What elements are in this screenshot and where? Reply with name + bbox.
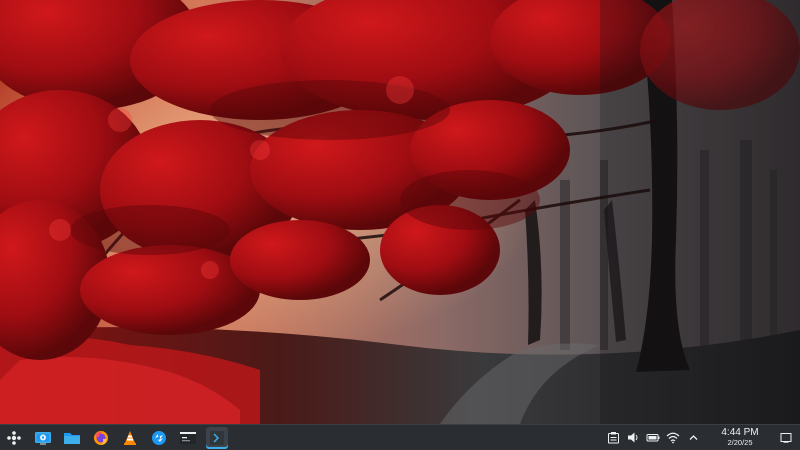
battery-icon xyxy=(646,434,660,442)
clock-date: 2/20/25 xyxy=(727,438,753,448)
digital-clock[interactable]: 4:44 PM 2/20/25 xyxy=(710,428,770,447)
system-settings-icon xyxy=(35,431,51,445)
wifi-icon xyxy=(666,432,680,444)
folder-icon xyxy=(64,432,80,444)
terminal-window-icon xyxy=(210,430,224,445)
battery-tray-button[interactable] xyxy=(646,431,660,445)
desktop-wallpaper xyxy=(0,0,800,450)
system-tray: 4:44 PM 2/20/25 xyxy=(606,425,800,450)
discover-icon xyxy=(152,430,166,445)
system-settings-launcher[interactable] xyxy=(32,427,54,449)
vlc-cone-icon xyxy=(124,430,136,445)
volume-icon xyxy=(627,432,637,443)
taskbar: 4:44 PM 2/20/25 xyxy=(0,424,800,450)
clipboard-tray-button[interactable] xyxy=(606,431,620,445)
discover-launcher[interactable] xyxy=(148,427,170,449)
clipboard-icon xyxy=(607,432,619,444)
file-manager-launcher[interactable] xyxy=(61,427,83,449)
application-launcher-button[interactable] xyxy=(3,427,25,449)
terminal-icon xyxy=(180,431,196,444)
clock-time: 4:44 PM xyxy=(721,427,759,439)
vlc-launcher[interactable] xyxy=(119,427,141,449)
show-desktop-button[interactable] xyxy=(776,427,796,449)
show-desktop-icon xyxy=(780,432,792,443)
firefox-icon xyxy=(94,430,108,445)
tray-expand-button[interactable] xyxy=(686,431,700,445)
task-terminal-window[interactable] xyxy=(206,426,228,449)
kde-launcher-icon xyxy=(7,430,21,445)
desktop[interactable]: 4:44 PM 2/20/25 xyxy=(0,0,800,450)
expand-arrow-icon xyxy=(689,435,697,440)
volume-tray-button[interactable] xyxy=(626,431,640,445)
terminal-launcher[interactable] xyxy=(177,427,199,449)
network-tray-button[interactable] xyxy=(666,431,680,445)
firefox-launcher[interactable] xyxy=(90,427,112,449)
